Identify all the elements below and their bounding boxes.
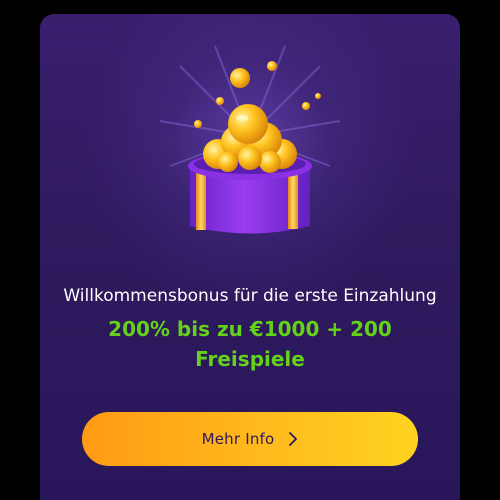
bonus-card: Willkommensbonus für die erste Einzahlun… xyxy=(40,14,460,500)
promo-subtitle: Willkommensbonus für die erste Einzahlun… xyxy=(63,286,437,306)
gift-box-with-gold-coins-icon xyxy=(159,45,341,234)
chevron-right-icon xyxy=(289,432,298,446)
promo-text: Willkommensbonus für die erste Einzahlun… xyxy=(40,282,460,374)
page: Willkommensbonus für die erste Einzahlun… xyxy=(0,0,500,500)
more-info-label: Mehr Info xyxy=(201,430,275,448)
more-info-button[interactable]: Mehr Info xyxy=(82,412,418,466)
promo-headline: 200% bis zu €1000 + 200 Freispiele xyxy=(108,317,392,371)
